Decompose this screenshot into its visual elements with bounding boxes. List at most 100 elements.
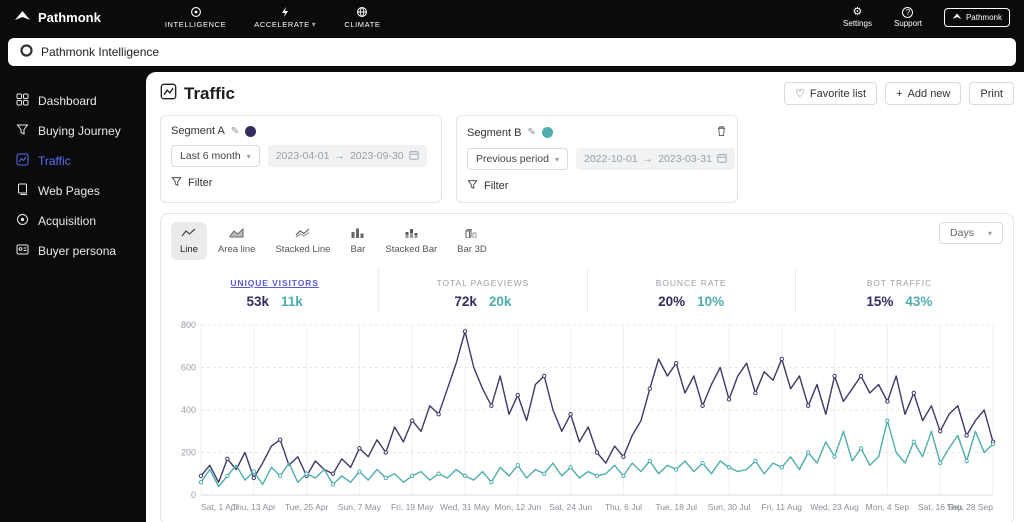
svg-text:Wed, 23 Aug: Wed, 23 Aug (810, 502, 859, 512)
chevron-down-icon: ▾ (987, 228, 992, 238)
stat-label[interactable]: UNIQUE VISITORS (230, 278, 318, 288)
stat-label[interactable]: TOTAL PAGEVIEWS (437, 278, 530, 288)
svg-text:Fri, 19 May: Fri, 19 May (391, 502, 434, 512)
tab-area-line-label: Area line (217, 244, 256, 255)
interval-select[interactable]: Days ▾ (939, 222, 1003, 244)
brand[interactable]: Pathmonk (14, 9, 101, 26)
add-new-label: Add new (907, 87, 951, 100)
tab-area-line[interactable]: Area line (209, 222, 265, 260)
stacked-bar-icon (404, 227, 419, 241)
sidebar-label: Acquisition (38, 214, 97, 228)
svg-text:Thu, 6 Jul: Thu, 6 Jul (605, 502, 642, 512)
tab-stacked-bar[interactable]: Stacked Bar (376, 222, 446, 260)
sidebar-item-web-pages[interactable]: Web Pages (0, 176, 146, 206)
segment-b-color-dot (541, 127, 553, 138)
tab-stacked-bar-label: Stacked Bar (385, 244, 438, 255)
segment-b-date-range[interactable]: 2022-10-01 → 2023-03-31 (575, 148, 735, 170)
chevron-down-icon: ▾ (554, 154, 559, 164)
funnel-icon (16, 123, 29, 139)
tab-line-label: Line (180, 244, 198, 255)
heart-icon: ♡ (795, 88, 805, 100)
segment-b-name: Segment B (467, 126, 522, 139)
segment-b-filter-button[interactable]: Filter (467, 179, 727, 193)
persona-icon (16, 243, 29, 259)
segment-a-filter-button[interactable]: Filter (171, 176, 431, 190)
trash-icon[interactable] (716, 125, 727, 140)
edit-pencil-icon[interactable]: ✎ (527, 127, 535, 138)
traffic-chart-icon (16, 153, 29, 169)
chart-card: Line Area line Stacked Line Bar Stacked … (160, 213, 1014, 522)
sidebar-item-buyer-persona[interactable]: Buyer persona (0, 236, 146, 266)
stat-value-segment-a: 53k (246, 294, 269, 309)
stat-value-segment-b: 43% (905, 294, 933, 309)
svg-text:Wed, 31 May: Wed, 31 May (440, 502, 491, 512)
tab-stacked-line[interactable]: Stacked Line (266, 222, 339, 260)
sidebar-item-dashboard[interactable]: Dashboard (0, 86, 146, 116)
main-panel: Traffic ♡ Favorite list + Add new Print (146, 72, 1024, 522)
question-icon: ? (902, 6, 914, 18)
tab-stacked-line-label: Stacked Line (275, 244, 331, 255)
traffic-line-chart[interactable]: Sat, 1 Apr Thu, 13 Apr Tue, 25 Apr Sun, 7 M… (171, 315, 1003, 520)
segment-a-period-value: Last 6 month (180, 150, 241, 162)
sidebar-item-traffic[interactable]: Traffic (0, 146, 146, 176)
stats-row: UNIQUE VISITORS 53k 11k TOTAL PAGEVIEWS 7… (171, 268, 1003, 313)
edit-pencil-icon[interactable]: ✎ (231, 126, 239, 137)
nav-accelerate[interactable]: ACCELERATE ▾ (254, 6, 316, 29)
page-title-text: Traffic (184, 83, 236, 103)
sidebar-label: Dashboard (38, 94, 97, 108)
gear-icon: ⚙ (852, 5, 863, 18)
calendar-icon (409, 150, 419, 163)
interval-value: Days (950, 227, 974, 239)
svg-text:Thu, 28 Sep: Thu, 28 Sep (947, 502, 994, 512)
arrow-right-icon: → (334, 150, 345, 162)
svg-text:600: 600 (181, 363, 196, 373)
segment-b-period-value: Previous period (476, 153, 549, 165)
plus-icon: + (896, 87, 903, 100)
nav-accelerate-label: ACCELERATE (254, 19, 310, 29)
segment-b-filter-label: Filter (484, 180, 509, 192)
nav-intelligence[interactable]: INTELLIGENCE (165, 6, 226, 29)
favorite-list-button[interactable]: ♡ Favorite list (784, 82, 878, 105)
support-button[interactable]: ? Support (894, 6, 922, 28)
product-bar[interactable]: Pathmonk Intelligence (8, 38, 1016, 66)
segment-a-period-select[interactable]: Last 6 month ▾ (171, 145, 260, 167)
tab-line[interactable]: Line (171, 222, 207, 260)
traffic-page-icon (160, 83, 177, 105)
stat-value-segment-a: 15% (866, 294, 894, 309)
stat-total-pageviews[interactable]: TOTAL PAGEVIEWS 72k 20k (378, 268, 586, 313)
area-chart-icon (229, 227, 244, 241)
tab-bar-3d[interactable]: Bar 3D (448, 222, 496, 260)
svg-text:Fri, 11 Aug: Fri, 11 Aug (762, 502, 803, 512)
segment-a-date-to: 2023-09-30 (349, 150, 404, 162)
nav-intelligence-label: INTELLIGENCE (164, 19, 227, 29)
print-button[interactable]: Print (969, 82, 1014, 105)
segment-a-date-range[interactable]: 2023-04-01 → 2023-09-30 (267, 145, 427, 167)
stat-value-segment-a: 20% (658, 294, 686, 309)
segment-b-date-from: 2022-10-01 (583, 153, 638, 165)
bar-chart-icon (350, 227, 365, 241)
segment-b-period-select[interactable]: Previous period ▾ (467, 148, 568, 170)
top-right: ⚙ Settings ? Support Pathmonk (843, 5, 1010, 28)
product-title: Pathmonk Intelligence (41, 45, 160, 59)
svg-text:400: 400 (181, 405, 196, 415)
sidebar-item-acquisition[interactable]: Acquisition (0, 206, 146, 236)
intelligence-icon (190, 6, 202, 18)
pathmonk-badge-button[interactable]: Pathmonk (943, 7, 1010, 27)
stat-value-segment-b: 20k (488, 294, 512, 309)
svg-text:800: 800 (181, 320, 196, 330)
nav-climate[interactable]: CLIMATE (344, 6, 380, 29)
tab-bar[interactable]: Bar (341, 222, 374, 260)
settings-button[interactable]: ⚙ Settings (843, 5, 872, 28)
stat-bounce-rate[interactable]: BOUNCE RATE 20% 10% (586, 268, 795, 313)
stat-unique-visitors[interactable]: UNIQUE VISITORS 53k 11k (171, 268, 378, 313)
filter-funnel-icon (467, 179, 478, 193)
stat-label[interactable]: BOT TRAFFIC (867, 278, 932, 288)
stat-bot-traffic[interactable]: BOT TRAFFIC 15% 43% (794, 268, 1003, 313)
sidebar-item-buying-journey[interactable]: Buying Journey (0, 116, 146, 146)
segment-a-name: Segment A (171, 125, 225, 137)
segment-b-date-to: 2023-03-31 (658, 153, 712, 165)
sidebar-label: Web Pages (38, 184, 100, 198)
add-new-button[interactable]: + Add new (885, 82, 962, 105)
stat-label[interactable]: BOUNCE RATE (656, 278, 727, 288)
filter-funnel-icon (171, 176, 182, 190)
